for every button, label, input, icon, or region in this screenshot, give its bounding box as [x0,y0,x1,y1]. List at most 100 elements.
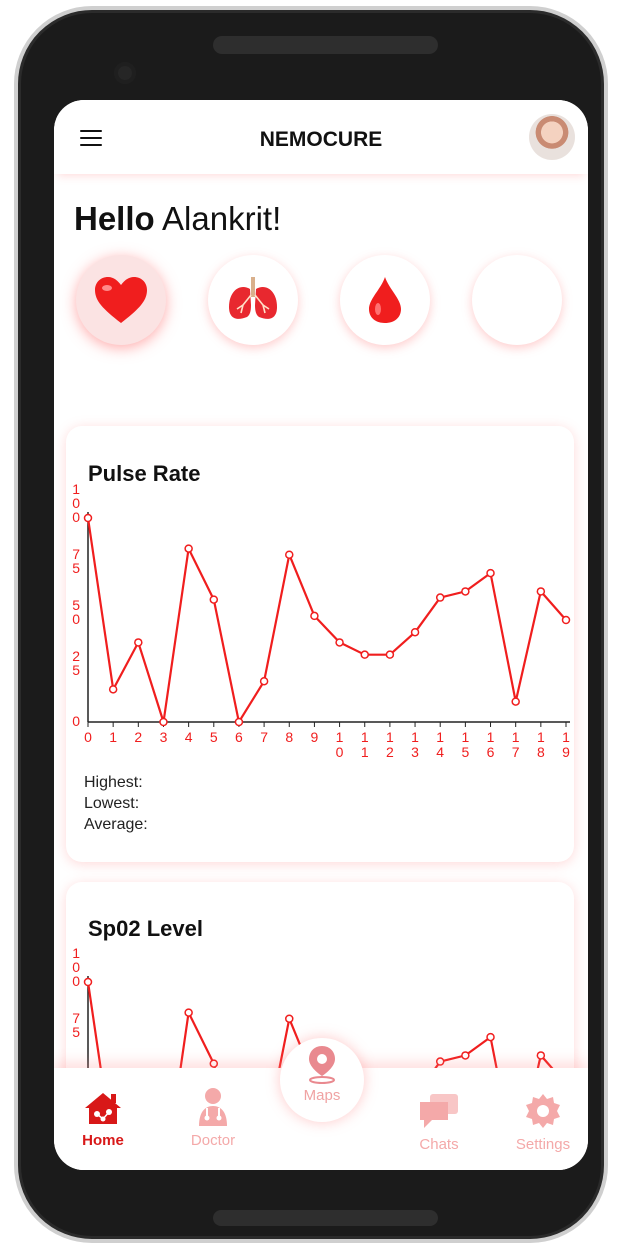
heart-icon [95,277,147,323]
data-point [209,595,219,604]
nav-chats[interactable]: Chats [412,1092,466,1153]
category-empty[interactable] [472,255,562,345]
nav-settings-label: Settings [515,1136,571,1153]
data-point [410,627,420,637]
y-tick-label: 0 [72,611,80,627]
nav-doctor-label: Doctor [190,1132,236,1149]
doctor-icon [199,1088,227,1126]
nav-doctor[interactable]: Doctor [182,1086,244,1149]
x-tick-label: 0 [336,744,344,760]
data-point [310,611,319,621]
data-point [285,1014,294,1023]
x-tick-label: 1 [537,729,545,745]
data-point [435,593,445,602]
data-point [385,650,395,659]
x-tick-label: 1 [562,729,570,745]
greeting-hello: Hello [74,200,155,237]
data-point [536,1051,546,1060]
gear-icon [526,1094,560,1128]
data-point [561,615,571,625]
x-tick-label: 1 [361,744,369,760]
data-point [461,1051,470,1060]
x-tick-label: 1 [461,729,469,745]
x-tick-label: 1 [487,729,495,745]
x-tick-label: 7 [512,744,520,760]
data-point [83,513,93,523]
highest-label: Highest: [84,774,143,791]
speaker-bottom [213,1210,438,1226]
data-point [360,650,369,659]
x-tick-label: 9 [562,744,570,760]
data-point [536,587,546,596]
data-point [184,1008,193,1017]
app-title: NEMOCURE [259,128,383,151]
data-point [486,1032,495,1042]
maps-label: Maps [303,1087,341,1104]
lungs-icon [229,277,277,319]
x-tick-label: 7 [260,729,268,745]
x-tick-label: 1 [336,729,344,745]
data-point [285,550,294,559]
category-heart[interactable] [76,255,166,345]
nav-home[interactable]: Home [76,1090,130,1149]
data-point [134,638,143,647]
data-point [209,1059,219,1068]
x-tick-label: 6 [487,744,495,760]
x-tick-label: 2 [134,729,142,745]
nav-chats-label: Chats [419,1136,459,1153]
chats-icon [420,1094,458,1128]
x-tick-label: 1 [411,729,419,745]
data-point [335,638,344,647]
x-tick-label: 5 [210,729,218,745]
x-tick-label: 1 [361,729,369,745]
data-point [159,717,168,727]
x-tick-label: 4 [185,729,193,745]
y-tick-label: 0 [72,973,80,989]
x-tick-label: 5 [461,744,469,760]
blood-drop-icon [369,277,401,323]
data-point [435,1057,445,1066]
x-tick-label: 3 [160,729,168,745]
x-tick-label: 0 [84,729,92,745]
pulse-stats: Highest: Lowest: Average: [84,772,148,835]
x-tick-label: 1 [109,729,117,745]
front-camera [114,62,136,84]
x-tick-label: 9 [311,729,319,745]
data-point [461,587,470,596]
data-point [108,685,118,694]
y-tick-label: 5 [72,662,80,678]
series-line [86,517,567,725]
nav-home-label: Home [82,1132,124,1149]
speaker-top [213,36,438,54]
home-icon [85,1093,121,1124]
x-tick-label: 1 [512,729,520,745]
data-point [234,717,244,727]
maps-button[interactable]: Maps [280,1038,364,1122]
y-tick-label: 0 [72,509,80,525]
x-tick-label: 8 [537,744,545,760]
y-tick-label: 5 [72,1024,80,1040]
avatar[interactable] [529,114,575,160]
app-screen: NEMOCURE Hello Alankrit! Pulse Rate 0123… [54,100,588,1170]
nav-settings[interactable]: Settings [508,1092,578,1153]
category-blood[interactable] [340,255,430,345]
data-point [184,544,193,553]
y-tick-label: 5 [72,560,80,576]
x-tick-label: 4 [436,744,444,760]
data-point [259,676,269,686]
x-tick-label: 8 [285,729,293,745]
x-tick-label: 6 [235,729,243,745]
average-label: Average: [84,816,148,833]
greeting-name: Alankrit! [162,200,282,237]
x-tick-label: 1 [436,729,444,745]
lowest-label: Lowest: [84,795,140,812]
data-point [486,568,495,578]
greeting: Hello Alankrit! [74,200,281,238]
data-point [511,697,520,706]
app-bar: NEMOCURE [54,100,588,174]
x-tick-label: 1 [386,729,394,745]
x-tick-label: 3 [411,744,419,760]
category-lungs[interactable] [208,255,298,345]
x-tick-label: 2 [386,744,394,760]
y-tick-label: 0 [72,713,80,729]
